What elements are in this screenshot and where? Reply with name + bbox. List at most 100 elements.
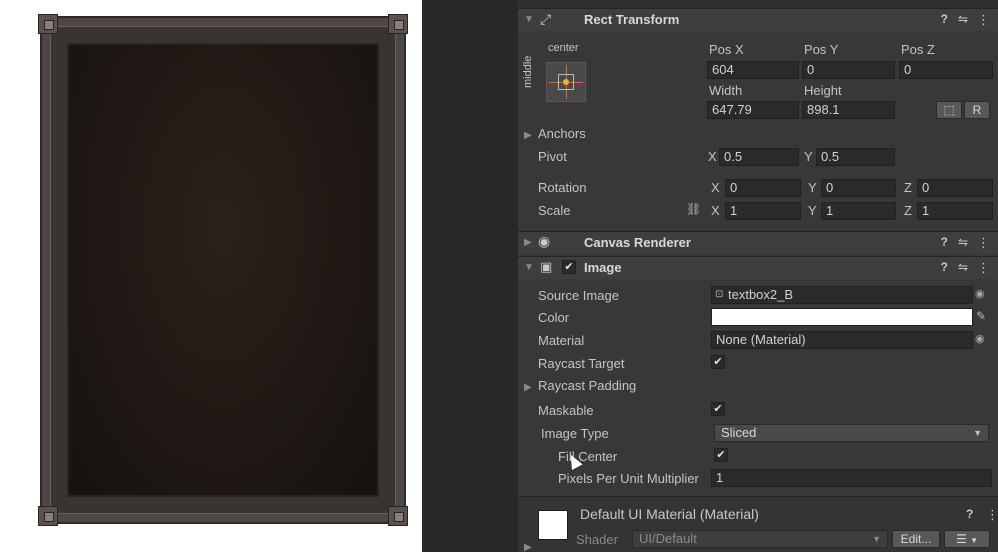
canvas-renderer-help-icon[interactable]: ?: [941, 235, 948, 249]
width-label: Width: [709, 83, 743, 98]
source-image-field[interactable]: ⊡ textbox2_B: [711, 286, 973, 304]
raycast-padding-label[interactable]: Raycast Padding: [538, 378, 636, 393]
material-more-icon[interactable]: ⋮: [986, 507, 998, 523]
blueprint-mode-button[interactable]: ⬚: [936, 101, 962, 119]
shader-list-button[interactable]: ☰ ▼: [944, 530, 990, 548]
rotation-x-field[interactable]: 0: [725, 179, 801, 197]
pos-y-field[interactable]: 0: [802, 61, 895, 79]
rotation-y-field[interactable]: 0: [821, 179, 896, 197]
shader-dropdown[interactable]: UI/Default ▼: [632, 530, 888, 548]
material-foldout-icon[interactable]: ▶: [524, 542, 532, 552]
pixels-per-unit-multiplier-field[interactable]: 1: [711, 469, 992, 487]
canvas-renderer-presets-icon[interactable]: ⇋: [958, 235, 968, 249]
frame-corner-top-right: [388, 14, 408, 34]
panel-divider: [422, 0, 518, 552]
frame-corner-bottom-left: [38, 506, 58, 526]
image-type-dropdown[interactable]: Sliced ▼: [714, 424, 989, 442]
rotation-z-field[interactable]: 0: [917, 179, 993, 197]
canvas-renderer-header[interactable]: ▶ ◉ Canvas Renderer ? ⇋ ⋮: [518, 231, 998, 254]
anchor-horizontal-label: center: [548, 42, 579, 54]
pos-y-label: Pos Y: [804, 42, 839, 57]
image-preview: [0, 0, 422, 552]
scale-z-field[interactable]: 1: [917, 202, 993, 220]
rotation-z-axis-label: Z: [904, 180, 912, 195]
pos-x-field[interactable]: 604: [707, 61, 799, 79]
inspector-top-strip: [518, 0, 998, 8]
image-enabled-checkbox[interactable]: ✔: [562, 260, 576, 274]
source-image-picker-icon[interactable]: ◉: [975, 287, 985, 300]
height-label: Height: [804, 83, 842, 98]
sprite-icon: ⊡: [715, 289, 724, 300]
constrain-proportions-link-icon[interactable]: ⛓: [686, 202, 701, 216]
textbox-dark-panel: [67, 43, 379, 497]
image-component-header[interactable]: ▼ ▣ ✔ Image ? ⇋ ⋮: [518, 256, 998, 279]
image-more-icon[interactable]: ⋮: [977, 260, 990, 276]
scale-x-field[interactable]: 1: [725, 202, 801, 220]
image-help-icon[interactable]: ?: [941, 260, 948, 274]
material-picker-icon[interactable]: ◉: [975, 332, 985, 345]
image-foldout-icon[interactable]: ▼: [524, 262, 534, 273]
source-image-value: textbox2_B: [728, 287, 794, 302]
presets-icon[interactable]: ⇋: [958, 12, 968, 26]
image-title: Image: [584, 260, 622, 275]
help-icon[interactable]: ?: [941, 12, 948, 26]
pivot-x-field[interactable]: 0.5: [719, 148, 799, 166]
list-icon: ☰: [955, 532, 967, 546]
maskable-label: Maskable: [538, 403, 594, 418]
foldout-arrow-icon[interactable]: ▼: [524, 14, 534, 25]
eye-icon: ◉: [538, 233, 551, 249]
material-preview-swatch: [538, 510, 568, 540]
frame-corner-top-left: [38, 14, 58, 34]
canvas-renderer-foldout-icon[interactable]: ▶: [524, 237, 532, 248]
raw-edit-button[interactable]: R: [964, 101, 990, 119]
anchor-presets-button[interactable]: [546, 62, 586, 102]
material-label: Material: [538, 333, 585, 348]
width-field[interactable]: 647.79: [707, 101, 799, 119]
image-type-value: Sliced: [721, 425, 757, 440]
raycast-target-checkbox[interactable]: ✔: [711, 355, 725, 369]
pos-z-field[interactable]: 0: [899, 61, 993, 79]
scale-label: Scale: [538, 203, 571, 218]
material-panel-title: Default UI Material (Material): [580, 506, 759, 522]
image-type-label: Image Type: [541, 426, 609, 441]
pixels-per-unit-multiplier-label: Pixels Per Unit Multiplier: [558, 471, 699, 486]
scale-x-axis-label: X: [711, 203, 720, 218]
shader-chevron-icon: ▼: [872, 534, 881, 544]
fill-center-checkbox[interactable]: ✔: [714, 448, 728, 462]
pos-x-label: Pos X: [709, 42, 744, 57]
raycast-target-label: Raycast Target: [538, 356, 625, 371]
textbox-frame-border: [50, 26, 396, 514]
anchors-foldout-icon[interactable]: ▶: [524, 130, 532, 141]
eyedropper-icon[interactable]: ✎: [976, 309, 986, 323]
more-options-icon[interactable]: ⋮: [977, 12, 990, 28]
scale-y-field[interactable]: 1: [821, 202, 896, 220]
scale-z-axis-label: Z: [904, 203, 912, 218]
frame-corner-bottom-right: [388, 506, 408, 526]
shader-edit-button[interactable]: Edit...: [892, 530, 940, 548]
canvas-renderer-title: Canvas Renderer: [584, 235, 691, 250]
anchor-vertical-label: middle: [522, 55, 534, 88]
anchors-label[interactable]: Anchors: [538, 126, 586, 141]
pivot-y-field[interactable]: 0.5: [816, 148, 895, 166]
shader-value: UI/Default: [639, 531, 697, 546]
rect-transform-header[interactable]: ▼ ⤢ Rect Transform ? ⇋ ⋮: [518, 8, 998, 31]
rotation-x-axis-label: X: [711, 180, 720, 195]
color-label: Color: [538, 310, 570, 325]
list-chevron-icon: ▼: [970, 536, 979, 545]
raycast-padding-foldout-icon[interactable]: ▶: [524, 382, 532, 393]
pivot-x-axis-label: X: [708, 149, 717, 164]
height-field[interactable]: 898.1: [802, 101, 895, 119]
maskable-checkbox[interactable]: ✔: [711, 402, 725, 416]
pos-z-label: Pos Z: [901, 42, 935, 57]
material-field[interactable]: None (Material): [711, 331, 973, 349]
image-component-icon: ▣: [540, 259, 553, 274]
source-image-label: Source Image: [538, 288, 619, 303]
material-help-icon[interactable]: ?: [966, 507, 973, 521]
canvas-renderer-more-icon[interactable]: ⋮: [977, 235, 990, 251]
image-presets-icon[interactable]: ⇋: [958, 260, 968, 274]
rotation-y-axis-label: Y: [808, 180, 817, 195]
blueprint-icon: ⬚: [943, 103, 955, 117]
color-field[interactable]: [711, 308, 973, 326]
textbox-frame: [38, 14, 408, 526]
chevron-down-icon: ▼: [973, 428, 982, 438]
